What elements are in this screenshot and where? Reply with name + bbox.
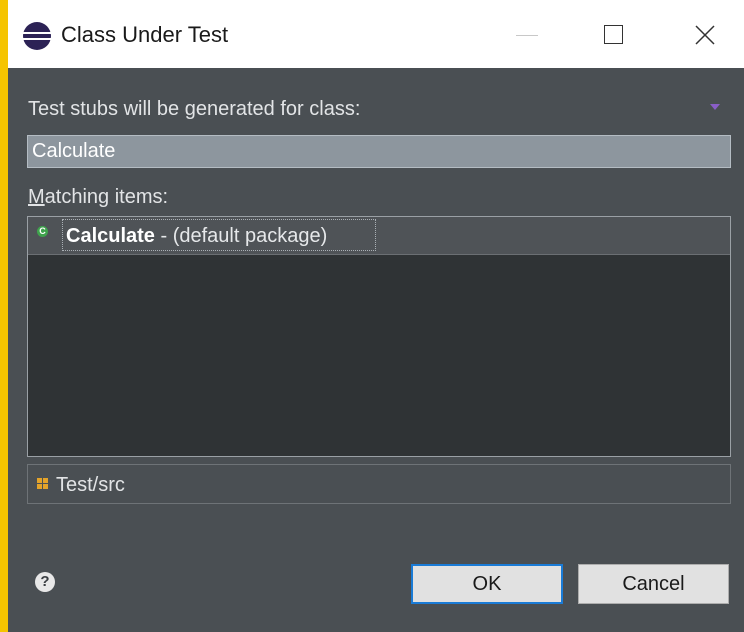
class-name: Calculate (66, 225, 155, 247)
source-folder-status: Test/src (27, 464, 731, 504)
help-icon[interactable]: ? (35, 572, 55, 592)
cancel-button[interactable]: Cancel (578, 564, 729, 604)
dialog-window: Class Under Test Test stubs will be gene… (8, 0, 744, 632)
source-folder-label: Test/src (56, 474, 125, 496)
list-item-label: Calculate - (default package) (66, 225, 327, 248)
close-button[interactable] (664, 0, 744, 68)
window-title: Class Under Test (61, 22, 229, 47)
view-menu-icon[interactable] (710, 104, 720, 110)
class-icon: C (37, 226, 48, 237)
matching-items-list[interactable]: C Calculate - (default package) (27, 216, 731, 457)
matching-label-text: atching items: (44, 186, 169, 208)
list-item[interactable]: C Calculate - (default package) (28, 217, 730, 255)
minimize-icon (516, 35, 538, 36)
package-detail: - (default package) (154, 225, 328, 247)
maximize-button[interactable] (574, 0, 654, 68)
matching-items-label: Matching items: (28, 186, 168, 209)
package-folder-icon (37, 478, 48, 489)
maximize-icon (604, 25, 623, 44)
title-bar[interactable]: Class Under Test (8, 0, 744, 68)
close-icon (695, 25, 715, 45)
ok-button[interactable]: OK (411, 564, 563, 604)
matching-mnemonic: M (28, 186, 45, 208)
eclipse-icon (23, 22, 51, 50)
stubs-label: Test stubs will be generated for class: (28, 98, 361, 120)
minimize-button[interactable] (486, 0, 566, 68)
class-name-field[interactable]: Calculate (27, 135, 731, 168)
